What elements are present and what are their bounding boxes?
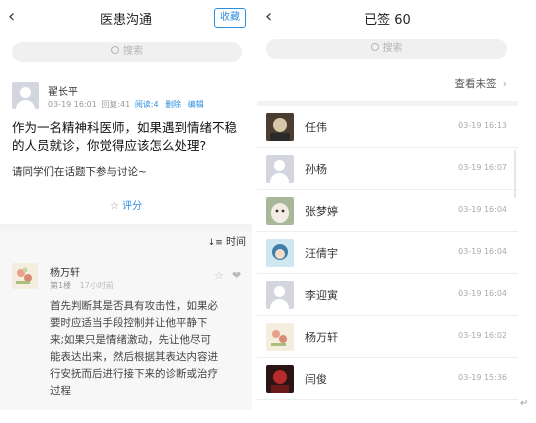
search-input[interactable]: 搜索 [12,42,242,62]
user-avatar [266,197,294,225]
rate-label: 评分 [122,201,143,212]
sort-icon: ↓≡ [207,238,223,248]
reply-rate-icon[interactable]: ☆ [214,269,224,282]
view-unsigned-label: 查看未签 [454,78,497,90]
sign-time: 03-19 16:04 [458,205,507,214]
reply-time: 17小时前 [79,281,114,290]
list-item[interactable]: 汪倩宇 03-19 16:04 [257,232,518,274]
sign-time: 03-19 16:13 [458,121,507,130]
reply-floor: 第1楼 [50,281,72,290]
post-prompt: 请同学们在话题下参与讨论~ [12,166,147,178]
user-avatar [266,323,294,351]
reply-line: 首先判断其是否具有攻击性，如果必 [50,300,218,312]
sign-time: 03-19 16:04 [458,247,507,256]
list-item[interactable]: 张梦婷 03-19 16:04 [257,190,518,232]
topic-detail-panel: ‹ 医患沟通 收藏 搜索 翟长平 03-19 16:01 回复:41 阅读:4 … [0,0,252,410]
question-line: 作为一名精神科医师，如果遇到情绪不稳 [12,120,238,135]
page-title: 已签 60 [364,13,411,28]
post-question: 作为一名精神科医师，如果遇到情绪不稳 的人员就诊，你觉得应该怎么处理? [12,119,250,155]
view-unsigned-link[interactable]: 查看未签 › [454,76,507,91]
author-name: 翟长平 [48,87,78,98]
sort-by-time-button[interactable]: ↓≡ 时间 [208,233,246,248]
edit-link[interactable]: 编辑 [188,100,204,109]
sign-time: 03-19 15:36 [458,373,507,382]
user-name: 孙杨 [305,163,327,176]
top-bar: ‹ 已签 60 [257,0,518,36]
delete-link[interactable]: 删除 [165,100,181,109]
search-icon [111,46,119,54]
sign-time: 03-19 16:02 [458,331,507,340]
scrollbar[interactable] [514,150,516,198]
reply-line: 行安抚而后进行接下来的诊断或治疗 [50,368,218,380]
user-name: 任伟 [305,121,327,134]
search-placeholder: 搜索 [123,46,143,57]
reply-count: 回复:41 [101,100,131,109]
search-input[interactable]: 搜索 [266,39,507,59]
post-date: 03-19 16:01 [48,100,97,109]
reply-author: 杨万轩 [50,268,80,279]
reply-content: 首先判断其是否具有攻击性，如果必 要时应适当手段控制并让他平静下 来;如果只是情… [50,298,250,400]
section-divider [0,224,252,231]
sign-time: 03-19 16:04 [458,289,507,298]
user-avatar [266,281,294,309]
question-line: 的人员就诊，你觉得应该怎么处理? [12,138,207,153]
reply-avatar[interactable] [12,263,38,289]
paragraph-mark: ↵ [520,398,529,409]
reply-line: 过程 [50,385,71,397]
user-avatar [266,239,294,267]
user-name: 杨万轩 [305,331,338,344]
user-avatar [266,155,294,183]
rate-icon: ☆ [110,201,119,212]
author-avatar[interactable] [12,82,39,109]
sign-time: 03-19 16:07 [458,163,507,172]
user-name: 闫俊 [305,373,327,386]
read-count-link[interactable]: 阅读:4 [135,100,159,109]
user-avatar [266,365,294,393]
reply-line: 要时应适当手段控制并让他平静下 [50,317,208,329]
signed-list-panel: ‹ 已签 60 搜索 查看未签 › 任伟 03-19 16:13 孙杨 03-1… [257,0,518,410]
list-item[interactable]: 闫俊 03-19 15:36 [257,358,518,400]
collect-button[interactable]: 收藏 [214,8,246,28]
reply-line: 能表达出来，然后根据其表达内容进 [50,351,218,363]
user-name: 李迎寅 [305,289,338,302]
list-item[interactable]: 李迎寅 03-19 16:04 [257,274,518,316]
rate-button[interactable]: ☆ 评分 [110,197,142,212]
reply-meta: 第1楼 17小时前 [50,280,114,291]
signed-list: 任伟 03-19 16:13 孙杨 03-19 16:07 张梦婷 03-19 … [257,106,518,410]
user-name: 汪倩宇 [305,247,338,260]
user-name: 张梦婷 [305,205,338,218]
chevron-right-icon: › [502,78,507,90]
search-icon [370,43,379,51]
list-item[interactable]: 孙杨 03-19 16:07 [257,148,518,190]
list-item[interactable]: 杨万轩 03-19 16:02 [257,316,518,358]
user-avatar [266,113,294,141]
search-placeholder: 搜索 [382,43,403,54]
floral-avatar-image [16,267,32,284]
like-thumb-icon[interactable]: ❤ [232,269,241,282]
list-item[interactable]: 任伟 03-19 16:13 [257,106,518,148]
top-bar: ‹ 医患沟通 收藏 [0,0,252,36]
reply-line: 来;如果只是情绪激动，先让他尽可 [50,334,212,346]
post-meta: 03-19 16:01 回复:41 阅读:4 删除 编辑 [48,99,204,110]
sort-label: 时间 [226,237,246,248]
